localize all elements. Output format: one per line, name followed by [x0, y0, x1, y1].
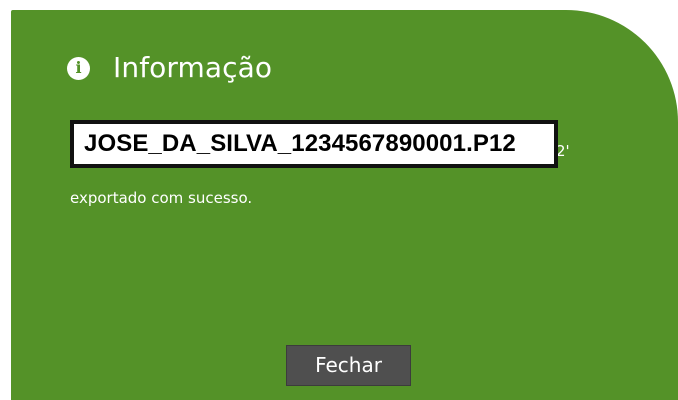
- message-area: JOSE_DA_SILVA_1234567890001.P12 2' expor…: [70, 120, 650, 210]
- dialog-title: Informação: [113, 51, 273, 84]
- dialog-header: i Informação: [67, 48, 272, 88]
- file-name-highlight: JOSE_DA_SILVA_1234567890001.P12: [70, 120, 558, 168]
- information-dialog: i Informação JOSE_DA_SILVA_1234567890001…: [11, 10, 678, 400]
- page: i Informação JOSE_DA_SILVA_1234567890001…: [0, 0, 678, 400]
- close-button[interactable]: Fechar: [286, 345, 411, 386]
- success-message: exportado com sucesso.: [70, 189, 253, 207]
- info-icon: i: [67, 56, 90, 80]
- partial-message-suffix: 2': [556, 142, 570, 160]
